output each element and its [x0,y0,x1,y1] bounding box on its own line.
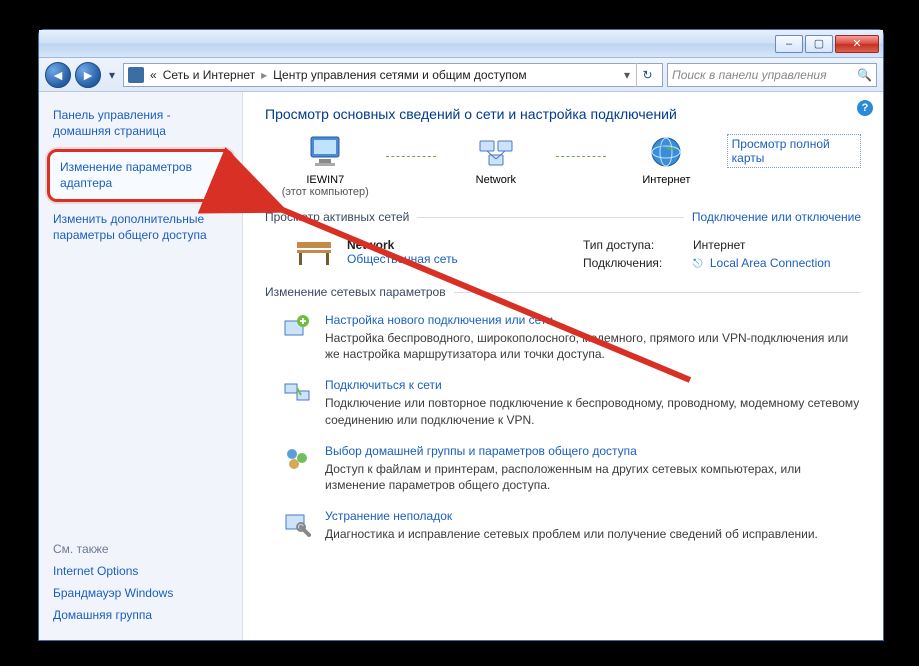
task-troubleshoot-desc: Диагностика и исправление сетевых пробле… [325,526,818,542]
nav-forward-button[interactable]: ► [75,62,101,88]
connection-link[interactable]: Local Area Connection [710,256,831,270]
homegroup-icon [283,444,311,472]
connection-adapter-icon: ⎋ [693,256,703,270]
map-node-this-pc-sub: (этот компьютер) [282,186,369,198]
task-homegroup-sharing-desc: Доступ к файлам и принтерам, расположенн… [325,461,861,493]
task-new-connection-desc: Настройка беспроводного, широкополосного… [325,330,861,362]
new-connection-icon [283,313,311,341]
nav-back-button[interactable]: ◄ [45,62,71,88]
connections-label: Подключения: [583,256,693,271]
network-type-link[interactable]: Общественная сеть [347,252,458,266]
sidebar-item-adapter-settings[interactable]: Изменение параметров адаптера [47,149,234,202]
page-title: Просмотр основных сведений о сети и наст… [265,106,861,122]
see-also-homegroup[interactable]: Домашняя группа [53,608,228,622]
address-dropdown-icon[interactable]: ▾ [624,68,630,82]
see-also-firewall[interactable]: Брандмауэр Windows [53,586,228,600]
map-node-this-pc-label: IEWIN7 [306,174,344,186]
task-troubleshoot-link[interactable]: Устранение неполадок [325,509,452,523]
control-panel-home-link[interactable]: Панель управления - домашняя страница [53,108,228,139]
connect-disconnect-link[interactable]: Подключение или отключение [692,210,861,224]
network-name: Network [347,238,458,252]
access-type-label: Тип доступа: [583,238,693,252]
breadcrumb-net-internet[interactable]: Сеть и Интернет [163,68,255,82]
navbar: ◄ ► ▾ « Сеть и Интернет ▸ Центр управлен… [39,58,883,92]
troubleshoot-icon [283,509,311,537]
task-list: Настройка нового подключения или сети На… [265,307,861,542]
network-icon [476,134,516,170]
control-panel-icon [128,67,144,83]
change-settings-label: Изменение сетевых параметров [265,285,446,299]
breadcrumb-sep-icon: ▸ [261,68,267,82]
map-node-network-label: Network [476,174,516,186]
search-input[interactable]: Поиск в панели управления 🔍 [667,63,877,87]
access-type-value: Интернет [693,238,831,252]
task-homegroup-sharing: Выбор домашней группы и параметров общег… [283,444,861,493]
map-node-internet: Интернет [606,134,727,186]
active-networks-header: Просмотр активных сетей Подключение или … [265,210,861,224]
task-connect-network-link[interactable]: Подключиться к сети [325,378,442,392]
close-button[interactable]: ✕ [835,35,879,53]
window-frame: – ▢ ✕ ◄ ► ▾ « Сеть и Интернет ▸ Центр уп… [38,29,884,641]
sidebar: Панель управления - домашняя страница Из… [39,92,243,640]
map-node-this-pc: IEWIN7 (этот компьютер) [265,134,386,198]
see-also-internet-options[interactable]: Internet Options [53,564,228,578]
task-homegroup-sharing-link[interactable]: Выбор домашней группы и параметров общег… [325,444,637,458]
task-new-connection-link[interactable]: Настройка нового подключения или сети [325,313,553,327]
search-placeholder: Поиск в панели управления [672,68,827,82]
address-bar[interactable]: « Сеть и Интернет ▸ Центр управления сет… [123,63,663,87]
task-connect-network: Подключиться к сети Подключение или повт… [283,378,861,427]
task-troubleshoot: Устранение неполадок Диагностика и испра… [283,509,861,542]
network-map: IEWIN7 (этот компьютер) Network Интернет [265,134,861,198]
breadcrumb-network-center[interactable]: Центр управления сетями и общим доступом [273,68,527,82]
map-node-network: Network [436,134,557,186]
active-networks-label: Просмотр активных сетей [265,210,409,224]
connect-network-icon [283,378,311,406]
map-node-internet-label: Интернет [642,174,690,186]
globe-icon [646,134,686,170]
change-settings-header: Изменение сетевых параметров [265,285,861,299]
map-connector [556,134,606,170]
minimize-button[interactable]: – [775,35,803,53]
map-connector [386,134,436,170]
active-network-row: Network Общественная сеть Тип доступа: И… [265,232,861,277]
task-connect-network-desc: Подключение или повторное подключение к … [325,395,861,427]
computer-icon [305,134,345,170]
titlebar: – ▢ ✕ [39,30,883,58]
bench-icon [293,238,335,268]
nav-history-dropdown[interactable]: ▾ [105,62,119,88]
refresh-button[interactable]: ↻ [636,63,658,87]
maximize-button[interactable]: ▢ [805,35,833,53]
view-full-map-link[interactable]: Просмотр полной карты [727,134,861,168]
address-prefix: « [150,68,157,82]
see-also-label: См. также [53,542,228,556]
search-icon: 🔍 [857,68,872,82]
help-icon[interactable]: ? [857,100,873,116]
sidebar-item-advanced-sharing[interactable]: Изменить дополнительные параметры общего… [53,212,228,243]
content-pane: ? Просмотр основных сведений о сети и на… [243,92,883,640]
task-new-connection: Настройка нового подключения или сети На… [283,313,861,362]
window-body: Панель управления - домашняя страница Из… [39,92,883,640]
